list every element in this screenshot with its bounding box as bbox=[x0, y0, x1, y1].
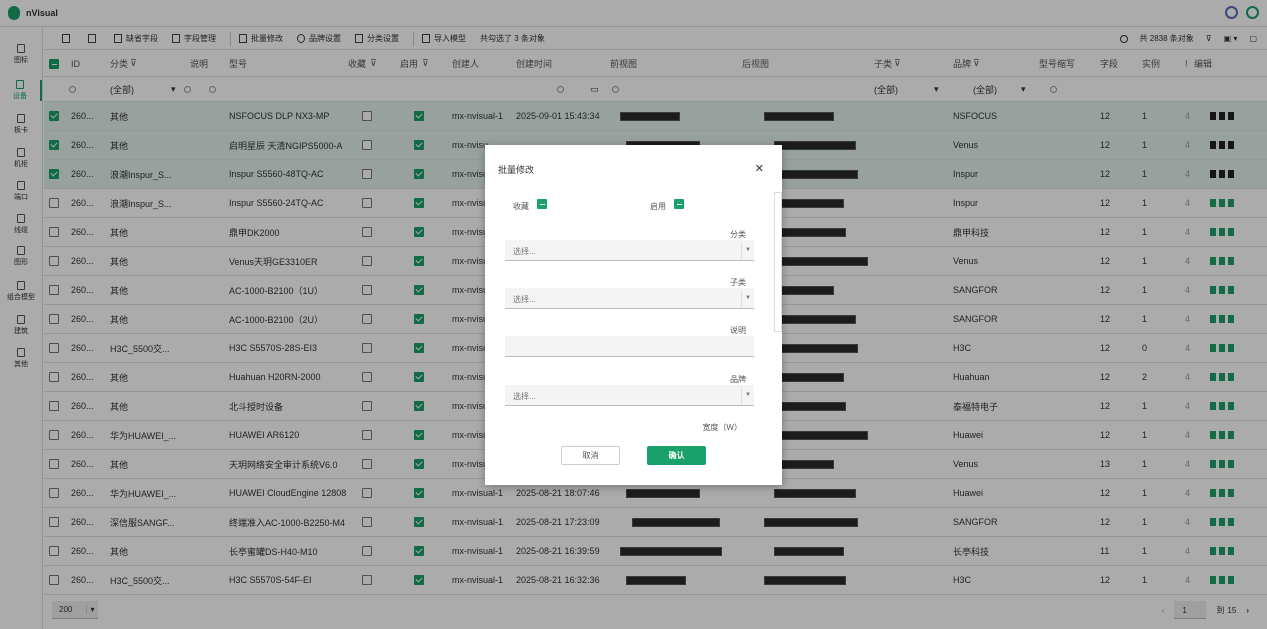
enabled-label: 启用 bbox=[650, 202, 666, 211]
chevron-down-icon: ▼ bbox=[741, 242, 754, 259]
batch-edit-dialog: 批量修改 ✕ 收藏 启用 分类 选择... ▼ 子类 选择... ▼ 说明 品牌 选… bbox=[485, 145, 782, 485]
category-label: 分类 bbox=[730, 230, 746, 239]
chevron-down-icon: ▼ bbox=[741, 290, 754, 307]
subcategory-label: 子类 bbox=[730, 278, 746, 287]
favorite-label: 收藏 bbox=[513, 202, 529, 211]
category-select[interactable]: 选择... ▼ bbox=[505, 240, 754, 261]
brand-select[interactable]: 选择... ▼ bbox=[505, 385, 754, 406]
favorite-checkbox[interactable] bbox=[537, 199, 547, 209]
cancel-button[interactable]: 取消 bbox=[561, 446, 620, 465]
scrollbar[interactable] bbox=[774, 192, 782, 332]
description-label: 说明 bbox=[730, 326, 746, 335]
close-icon[interactable]: ✕ bbox=[755, 162, 764, 175]
description-input[interactable] bbox=[505, 336, 754, 357]
subcategory-select[interactable]: 选择... ▼ bbox=[505, 288, 754, 309]
confirm-button[interactable]: 确认 bbox=[647, 446, 706, 465]
enabled-checkbox[interactable] bbox=[674, 199, 684, 209]
brand-label: 品牌 bbox=[730, 375, 746, 384]
chevron-down-icon: ▼ bbox=[741, 387, 754, 404]
width-label: 宽度（W） bbox=[702, 423, 742, 432]
dialog-title: 批量修改 bbox=[498, 165, 535, 175]
